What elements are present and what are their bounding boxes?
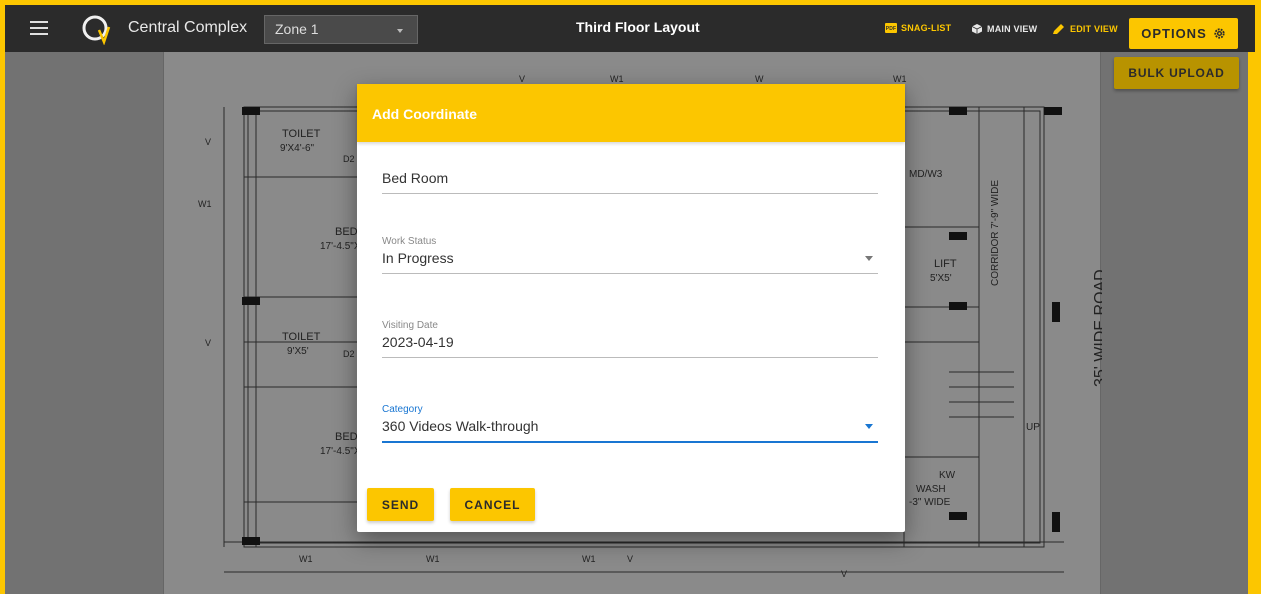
project-title: Central Complex (128, 19, 248, 36)
bulk-upload-button[interactable]: BULK UPLOAD (1114, 57, 1239, 89)
app-logo[interactable] (79, 13, 115, 46)
plan-label-w1-bottom-1: W1 (299, 554, 313, 564)
plan-label-wash: WASH (916, 484, 946, 495)
snag-list-link[interactable]: PDF SNAG-LIST (885, 23, 951, 33)
plan-label-d2-bottom: D2 (343, 349, 355, 359)
visiting-date-label: Visiting Date (382, 320, 438, 331)
name-field-value[interactable]: Bed Room (382, 170, 878, 194)
plan-label-toilet-1-size: 9'X4'-6" (280, 143, 315, 154)
pdf-icon: PDF (885, 23, 897, 33)
plan-label-v-1: V (205, 137, 211, 147)
name-field[interactable]: Bed Room (382, 170, 878, 194)
plan-label-w1-bottom-2: W1 (426, 554, 440, 564)
gear-icon (1214, 28, 1225, 39)
plan-label-wash-size: -3" WIDE (909, 497, 951, 508)
plan-label-road: 35' WIDE ROAD (1092, 269, 1102, 387)
cancel-button[interactable]: CANCEL (450, 488, 535, 521)
plan-label-toilet-2-size: 9'X5' (287, 346, 309, 357)
visiting-date-field[interactable]: Visiting Date 2023-04-19 (382, 320, 878, 358)
dropdown-arrow-icon (865, 256, 873, 261)
plan-label-v-bottom-1: V (627, 554, 633, 564)
plan-label-lift: LIFT (934, 258, 957, 270)
category-select[interactable]: Category 360 Videos Walk-through (382, 404, 878, 443)
chevron-down-icon (397, 29, 403, 33)
app-header: Central Complex Zone 1 Third Floor Layou… (5, 5, 1255, 52)
work-status-value[interactable]: In Progress (382, 250, 878, 274)
snag-list-label: SNAG-LIST (901, 23, 952, 33)
plan-label-kw: KW (939, 470, 956, 481)
plan-label-w1-left: W1 (198, 199, 212, 209)
cube-icon (971, 24, 983, 34)
plan-label-bed-room-2-size: 17'-4.5"X (320, 446, 361, 457)
plan-label-up: UP (1026, 422, 1040, 433)
plan-label-d2-top: D2 (343, 154, 355, 164)
top-bar: Central Complex Zone 1 Third Floor Layou… (0, 0, 1261, 52)
category-value-text: 360 Videos Walk-through (382, 418, 539, 434)
main-view-label: MAIN VIEW (987, 24, 1038, 34)
options-label: OPTIONS (1141, 26, 1207, 41)
plan-label-corridor: CORRIDOR 7'-9" WIDE (990, 180, 1001, 286)
work-status-label: Work Status (382, 236, 437, 247)
plan-label-w1-bottom-3: W1 (582, 554, 596, 564)
plan-label-toilet-2: TOILET (282, 331, 321, 343)
zone-select[interactable]: Zone 1 (264, 15, 418, 44)
plan-label-w1-top-2: W1 (893, 74, 907, 84)
plan-label-v-bottom-2: V (841, 569, 847, 579)
main-view-link[interactable]: MAIN VIEW (971, 23, 1037, 35)
dialog-title: Add Coordinate (357, 84, 905, 142)
plan-label-v-top: V (519, 74, 525, 84)
visiting-date-value[interactable]: 2023-04-19 (382, 334, 878, 358)
zone-select-value: Zone 1 (275, 21, 319, 37)
category-label: Category (382, 404, 423, 415)
plan-label-w1-top-1: W1 (610, 74, 624, 84)
plan-label-toilet-1: TOILET (282, 128, 321, 140)
page-title: Third Floor Layout (576, 19, 700, 35)
pencil-icon (1053, 24, 1064, 34)
work-status-value-text: In Progress (382, 250, 454, 266)
plan-label-w-top: W (755, 74, 764, 84)
svg-text:PDF: PDF (886, 26, 897, 32)
edit-view-label: EDIT VIEW (1070, 24, 1118, 34)
plan-label-bed-room-1-size: 17'-4.5"X (320, 241, 361, 252)
add-coordinate-dialog: Add Coordinate Bed Room Work Status In P… (357, 84, 905, 532)
bulk-upload-label: BULK UPLOAD (1128, 66, 1225, 80)
edit-view-link[interactable]: EDIT VIEW (1052, 23, 1118, 35)
options-button[interactable]: OPTIONS (1129, 18, 1238, 49)
right-edge-strip (1248, 52, 1261, 594)
send-label: SEND (381, 497, 420, 512)
hamburger-menu-icon[interactable] (30, 21, 48, 35)
plan-label-md-w3: MD/W3 (909, 169, 943, 180)
send-button[interactable]: SEND (367, 488, 434, 521)
cancel-label: CANCEL (464, 497, 521, 512)
category-value[interactable]: 360 Videos Walk-through (382, 418, 878, 443)
plan-label-lift-size: 5'X5' (930, 273, 952, 284)
work-status-select[interactable]: Work Status In Progress (382, 236, 878, 274)
plan-label-v-2: V (205, 338, 211, 348)
dropdown-arrow-icon (865, 424, 873, 429)
